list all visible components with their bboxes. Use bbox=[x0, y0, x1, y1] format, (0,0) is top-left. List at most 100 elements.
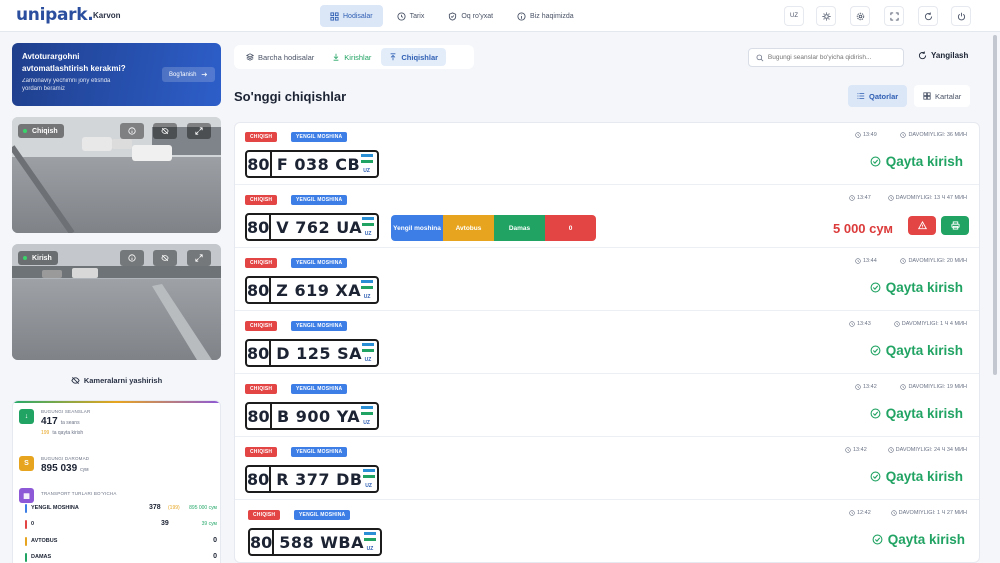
clock-icon bbox=[849, 510, 855, 516]
camera-hide-button[interactable] bbox=[153, 250, 177, 266]
event-row[interactable]: CHIQISH YENGIL MOSHINA 80 B 900 YA UZ 13… bbox=[235, 375, 979, 437]
filter-all[interactable]: Barcha hodisalar bbox=[238, 48, 322, 66]
expand-icon bbox=[195, 254, 203, 262]
info-icon bbox=[517, 11, 526, 21]
vehicle-type-badge: YENGIL MOSHINA bbox=[294, 510, 351, 520]
list-icon bbox=[857, 93, 865, 99]
type-option-bus[interactable]: Avtobus bbox=[443, 215, 494, 241]
event-row[interactable]: CHIQISH YENGIL MOSHINA 80 V 762 UA UZ Ye… bbox=[235, 186, 979, 248]
direction-badge: CHIQISH bbox=[245, 447, 278, 457]
plate-region: 80 bbox=[247, 152, 272, 176]
hide-cameras-button[interactable]: Kameralarni yashirish bbox=[12, 372, 221, 388]
check-circle-icon bbox=[872, 534, 883, 545]
camera-expand-button[interactable] bbox=[187, 250, 211, 266]
refresh-icon bbox=[924, 11, 932, 20]
vehicle-type-badge: YENGIL MOSHINA bbox=[291, 132, 348, 142]
camera-info-button[interactable] bbox=[120, 250, 144, 266]
refresh-label: Yangilash bbox=[931, 51, 969, 60]
filter-exits[interactable]: Chiqishlar bbox=[381, 48, 447, 66]
plate-number: V 762 UA bbox=[276, 217, 363, 237]
event-filters: Barcha hodisalar Kirishlar Chiqishlar bbox=[234, 45, 474, 69]
type-option-other[interactable]: 0 bbox=[545, 215, 596, 241]
logo[interactable]: unipark. bbox=[16, 5, 94, 25]
event-row[interactable]: CHIQISH YENGIL MOSHINA 80 R 377 DB UZ 13… bbox=[235, 438, 979, 500]
theme-button[interactable] bbox=[816, 6, 836, 26]
event-row[interactable]: CHIQISH YENGIL MOSHINA 80 588 WBA UZ 12:… bbox=[235, 501, 979, 562]
event-row[interactable]: CHIQISH YENGIL MOSHINA 80 D 125 SA UZ 13… bbox=[235, 312, 979, 374]
page-scrollbar[interactable] bbox=[993, 35, 997, 375]
event-duration: DAVOMIYLIGI: 20 МИН bbox=[900, 258, 967, 264]
history-icon bbox=[397, 11, 406, 21]
transport-name: DAMAS bbox=[31, 554, 52, 560]
type-option-car[interactable]: Yengil moshina bbox=[391, 215, 443, 241]
filter-label: Barcha hodisalar bbox=[258, 52, 315, 62]
language-button[interactable]: UZ bbox=[784, 6, 804, 26]
event-duration: DAVOMIYLIGI: 19 МИН bbox=[900, 384, 967, 390]
arrow-right-icon bbox=[201, 72, 207, 77]
filter-entries[interactable]: Kirishlar bbox=[324, 48, 379, 66]
event-row[interactable]: CHIQISH YENGIL MOSHINA 80 F 038 CB UZ 13… bbox=[235, 123, 979, 185]
event-time: 13:44 bbox=[855, 258, 877, 264]
cards-icon bbox=[923, 92, 931, 100]
printer-icon bbox=[950, 221, 960, 230]
clock-icon bbox=[894, 321, 900, 327]
nav-history[interactable]: Tarix bbox=[387, 5, 435, 27]
search-input[interactable] bbox=[767, 54, 896, 61]
view-cards-button[interactable]: Kartalar bbox=[914, 85, 971, 107]
info-icon bbox=[128, 254, 136, 262]
fullscreen-icon bbox=[889, 11, 899, 21]
stat-value: 895 039 сум bbox=[41, 463, 89, 474]
nav-events[interactable]: Hodisalar bbox=[320, 5, 383, 27]
arrow-up-icon bbox=[390, 53, 396, 61]
print-button[interactable] bbox=[941, 216, 969, 235]
plate-number: F 038 CB bbox=[276, 154, 361, 174]
refresh-button[interactable]: Yangilash bbox=[918, 51, 968, 60]
event-row[interactable]: CHIQISH YENGIL MOSHINA 80 Z 619 XA UZ 13… bbox=[235, 249, 979, 311]
nav-label: Hodisalar bbox=[343, 12, 373, 20]
transport-color-bar bbox=[25, 537, 27, 546]
transport-color-bar bbox=[25, 553, 27, 562]
contact-button[interactable]: Bog'lanish bbox=[162, 67, 215, 82]
view-rows-button[interactable]: Qatorlar bbox=[848, 85, 908, 107]
language-label: UZ bbox=[790, 13, 798, 19]
logout-button[interactable] bbox=[951, 6, 971, 26]
nav-label: Biz haqimizda bbox=[530, 12, 574, 20]
camera-expand-button[interactable] bbox=[187, 123, 211, 139]
filter-label: Chiqishlar bbox=[401, 52, 439, 62]
alert-button[interactable] bbox=[908, 216, 936, 235]
event-duration: DAVOMIYLIGI: 1 Ч 27 МИН bbox=[890, 510, 967, 516]
transport-row: 0 39 39 сум bbox=[25, 519, 217, 531]
reload-button[interactable] bbox=[918, 6, 938, 26]
clock-icon bbox=[887, 447, 894, 453]
camera-hide-button[interactable] bbox=[153, 123, 177, 139]
settings-button[interactable] bbox=[850, 6, 870, 26]
camera-info-button[interactable] bbox=[120, 123, 144, 139]
clock-icon bbox=[855, 384, 861, 390]
nav-about[interactable]: Biz haqimizda bbox=[507, 5, 584, 27]
location-name: Karvon bbox=[93, 11, 121, 20]
stat-sub: 199 ta qayta kirish bbox=[41, 430, 84, 436]
vehicle-type-badge: YENGIL MOSHINA bbox=[291, 321, 348, 331]
direction-badge: CHIQISH bbox=[248, 510, 281, 520]
transport-name: AVTOBUS bbox=[31, 538, 58, 544]
section-title: So'nggi chiqishlar bbox=[234, 89, 347, 104]
check-circle-icon bbox=[870, 408, 881, 419]
event-duration: DAVOMIYLIGI: 1 Ч 4 МИН bbox=[894, 321, 967, 327]
direction-badge: CHIQISH bbox=[245, 195, 278, 205]
uz-flag-icon: UZ bbox=[362, 469, 375, 489]
stat-caption: BUGUNGI SEANSLAR bbox=[41, 409, 91, 414]
reentry-status: Qayta kirish bbox=[870, 280, 963, 295]
top-bar: unipark. Karvon Hodisalar Tarix Oq ro'yx… bbox=[0, 0, 1000, 32]
plate-number: 588 WBA bbox=[279, 532, 364, 552]
clock-icon bbox=[887, 195, 894, 201]
transport-count: 39 bbox=[161, 520, 169, 527]
transport-count: 0 bbox=[213, 553, 217, 560]
fullscreen-button[interactable] bbox=[884, 6, 904, 26]
vehicle-type-badge: YENGIL MOSHINA bbox=[291, 447, 348, 457]
type-option-damas[interactable]: Damas bbox=[494, 215, 545, 241]
clock-icon bbox=[900, 258, 907, 264]
clock-icon bbox=[900, 132, 907, 138]
nav-whitelist[interactable]: Oq ro'yxat bbox=[438, 5, 503, 27]
expand-icon bbox=[195, 127, 203, 135]
vehicle-type-selector: Yengil moshina Avtobus Damas 0 bbox=[391, 215, 596, 241]
